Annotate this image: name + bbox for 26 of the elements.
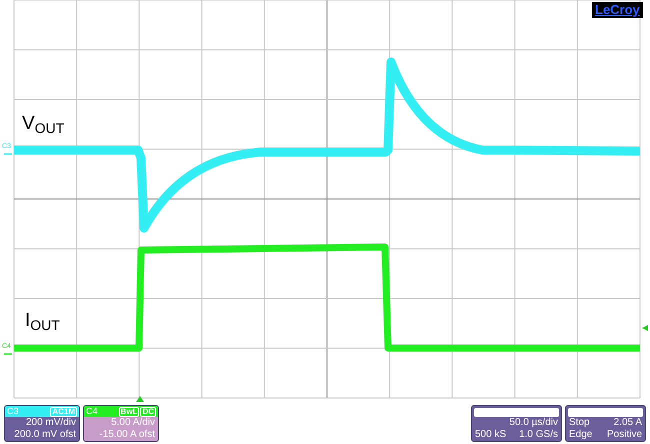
offset-value: -15.00 A ofst — [98, 429, 156, 441]
trigger-mode: Stop — [569, 417, 590, 429]
coupling-badge: AC1M — [50, 406, 77, 416]
sample-count: 500 kS — [475, 429, 506, 441]
trace-label: I$_{OUT}$ — [25, 310, 60, 335]
vertical-scale: 200 mV/div — [24, 417, 77, 429]
sample-rate: 1.0 GS/s — [519, 429, 558, 441]
vertical-scale: 5.00 A/div — [110, 417, 156, 429]
coupling-badge: BwL — [118, 406, 140, 416]
logo: LeCroy — [592, 2, 643, 18]
trigger-type: Edge — [569, 429, 592, 441]
time-scale: 50.0 µs/div — [509, 417, 558, 429]
trace-label: V$_{OUT}$ — [22, 113, 64, 138]
channel-marker-icon — [4, 153, 12, 155]
channel-name: C4 — [86, 406, 99, 417]
trigger-marker-icon — [136, 396, 144, 402]
trigger-slope: Positive — [606, 429, 642, 441]
offset-value: 200.0 mV ofst — [13, 429, 77, 441]
timebase-panel[interactable]: 50.0 µs/div 500 kS 1.0 GS/s — [471, 405, 562, 442]
coupling-badge: DC — [140, 406, 156, 416]
trigger-threshold: 2.05 A — [614, 417, 642, 429]
trigger-level-icon — [642, 325, 648, 331]
channel-panel[interactable]: C3 AC1M 200 mV/div 200.0 mV ofst — [4, 405, 80, 442]
channel-name: C3 — [7, 406, 20, 417]
trigger-panel[interactable]: Stop 2.05 A Edge Positive — [565, 405, 646, 442]
channel-marker-icon — [4, 353, 12, 355]
